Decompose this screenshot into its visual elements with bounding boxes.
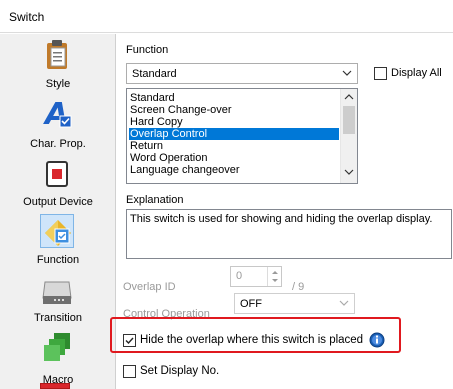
list-scrollbar[interactable] [340, 89, 357, 183]
scroll-thumb[interactable] [343, 106, 355, 134]
sidebar-item-label: Function [36, 254, 80, 266]
function-dropdown-value: Standard [132, 68, 177, 80]
font-a-icon: A [40, 96, 74, 132]
function-label: Function [126, 44, 169, 56]
explanation-label: Explanation [126, 194, 184, 206]
sidebar-item-output-device[interactable]: Output Device [0, 156, 116, 212]
sidebar-item-macro[interactable]: Macro [0, 330, 116, 386]
chevron-down-icon [339, 297, 349, 309]
category-sidebar: Style A Char. Prop. Output Device Functi… [0, 34, 116, 389]
sidebar-item-function[interactable]: Function [0, 214, 116, 270]
spin-arrows-icon[interactable] [267, 267, 281, 286]
overlap-id-max: / 9 [292, 281, 305, 293]
function-icon [40, 214, 74, 248]
function-dropdown[interactable]: Standard [126, 63, 358, 84]
set-display-label: Set Display No. [140, 365, 220, 377]
sidebar-item-char-prop[interactable]: A Char. Prop. [0, 96, 116, 152]
overlap-id-value: 0 [236, 270, 243, 282]
scroll-up-icon[interactable] [344, 92, 354, 105]
control-operation-dropdown[interactable]: OFF [234, 293, 355, 314]
device-icon [40, 158, 74, 192]
list-item[interactable]: Word Operation [129, 152, 339, 164]
sidebar-item-style[interactable]: Style [0, 38, 116, 94]
overlap-id-spinner[interactable]: 0 [230, 266, 282, 287]
scroll-down-icon[interactable] [344, 167, 354, 180]
transition-icon [40, 274, 74, 308]
chevron-down-icon [342, 67, 352, 79]
control-operation-value: OFF [240, 298, 262, 310]
display-all-checkbox[interactable] [374, 67, 387, 80]
overlap-id-label: Overlap ID [123, 281, 176, 293]
highlight-annotation [110, 317, 401, 353]
sidebar-item-transition[interactable]: Transition [0, 272, 116, 328]
list-item[interactable]: Language changeover [129, 164, 339, 176]
window-title: Switch [9, 10, 45, 24]
list-item[interactable]: Hard Copy [129, 116, 339, 128]
display-all-label: Display All [391, 67, 442, 79]
next-sidebar-item-partial [40, 383, 70, 389]
sidebar-item-label: Char. Prop. [30, 138, 86, 150]
explanation-textarea: This switch is used for showing and hidi… [126, 209, 452, 259]
explanation-text: This switch is used for showing and hidi… [130, 213, 433, 225]
set-display-checkbox[interactable] [123, 365, 136, 378]
title-bar: Switch [0, 0, 453, 33]
list-item[interactable]: Return [129, 140, 339, 152]
list-item[interactable]: Standard [129, 92, 339, 104]
macro-icon [40, 330, 74, 364]
function-options-list[interactable]: Standard Screen Change-over Hard Copy Ov… [126, 88, 358, 184]
sidebar-item-label: Transition [34, 312, 82, 324]
list-item-selected[interactable]: Overlap Control [129, 128, 339, 140]
list-item[interactable]: Screen Change-over [129, 104, 339, 116]
sidebar-item-label: Output Device [23, 196, 93, 208]
clipboard-icon [40, 38, 74, 72]
sidebar-item-label: Style [45, 78, 71, 90]
